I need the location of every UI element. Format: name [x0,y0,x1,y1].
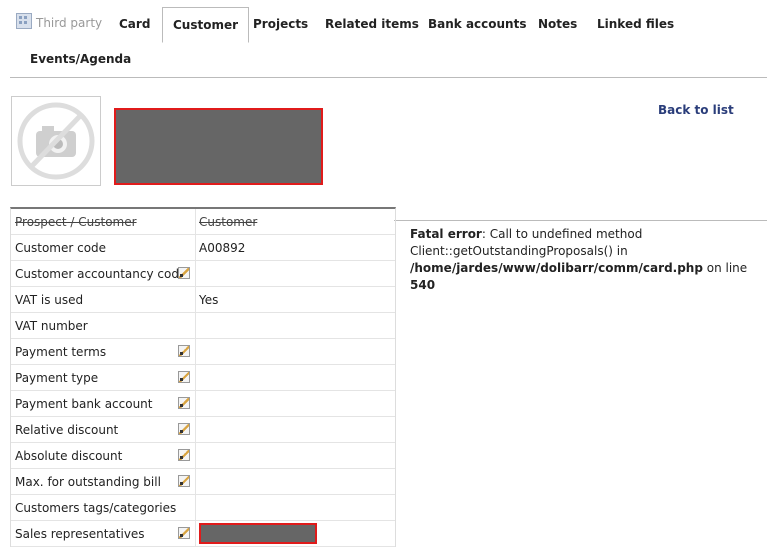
field-label: VAT number [15,319,88,333]
error-line-number: 540 [410,278,436,292]
pencil-edit-icon[interactable] [178,475,190,487]
customer-details-table: Prospect / Customer Customer Customer co… [10,207,396,547]
table-row: Payment terms [11,339,395,365]
table-row: Sales representatives [11,521,395,547]
tab-bar: Third party Card Customer Projects Relat… [0,0,767,80]
pencil-edit-icon[interactable] [178,397,190,409]
tab-linked-files[interactable]: Linked files [587,7,684,41]
table-row: Relative discount [11,417,395,443]
field-label: Absolute discount [15,449,123,463]
tab-bank-accounts[interactable]: Bank accounts [418,7,536,41]
field-label: VAT is used [15,293,84,307]
field-value: A00892 [199,241,246,255]
tab-customer[interactable]: Customer [162,7,250,43]
pencil-edit-icon[interactable] [178,527,190,539]
no-photo-camera-icon[interactable] [11,96,101,186]
section-divider [394,220,767,221]
tab-card[interactable]: Card [109,7,160,41]
field-label: Relative discount [15,423,119,437]
field-label: Customer code [15,241,107,255]
tab-events-agenda[interactable]: Events/Agenda [20,42,141,76]
field-label: Payment bank account [15,397,153,411]
table-row: Prospect / Customer Customer [11,209,395,235]
field-label: Customers tags/categories [15,501,177,515]
back-to-list-link[interactable]: Back to list [658,103,734,117]
field-label: Payment type [15,371,99,385]
redacted-sales-representative [199,523,317,544]
field-label: Prospect / Customer [15,215,137,229]
building-icon [16,13,32,29]
tab-notes[interactable]: Notes [528,7,587,41]
error-path: /home/jardes/www/dolibarr/comm/card.php [410,261,703,275]
pencil-edit-icon[interactable] [178,345,190,357]
tab-third-party[interactable]: Third party [10,6,108,40]
tab-projects[interactable]: Projects [243,7,318,41]
fatal-error-message: Fatal error: Call to undefined method Cl… [410,226,760,294]
table-row: Customers tags/categories [11,495,395,521]
table-row: VAT number [11,313,395,339]
tab-divider [10,77,767,78]
tab-related-items[interactable]: Related items [315,7,429,41]
field-value: Yes [199,293,219,307]
table-row: Customer accountancy code [11,261,395,287]
pencil-edit-icon[interactable] [178,449,190,461]
table-row: Absolute discount [11,443,395,469]
redacted-company-name [114,108,323,185]
error-on-line: on line [702,261,748,275]
pencil-edit-icon[interactable] [178,371,190,383]
table-row: Customer code A00892 [11,235,395,261]
field-label: Customer accountancy code [15,267,187,281]
table-row: VAT is used Yes [11,287,395,313]
table-row: Payment bank account [11,391,395,417]
field-value: Customer [199,215,258,229]
pencil-edit-icon[interactable] [178,423,190,435]
field-label: Max. for outstanding bill [15,475,161,489]
table-row: Payment type [11,365,395,391]
table-row: Max. for outstanding bill [11,469,395,495]
error-title: Fatal error [410,227,482,241]
pencil-edit-icon[interactable] [178,267,190,279]
field-label: Payment terms [15,345,107,359]
